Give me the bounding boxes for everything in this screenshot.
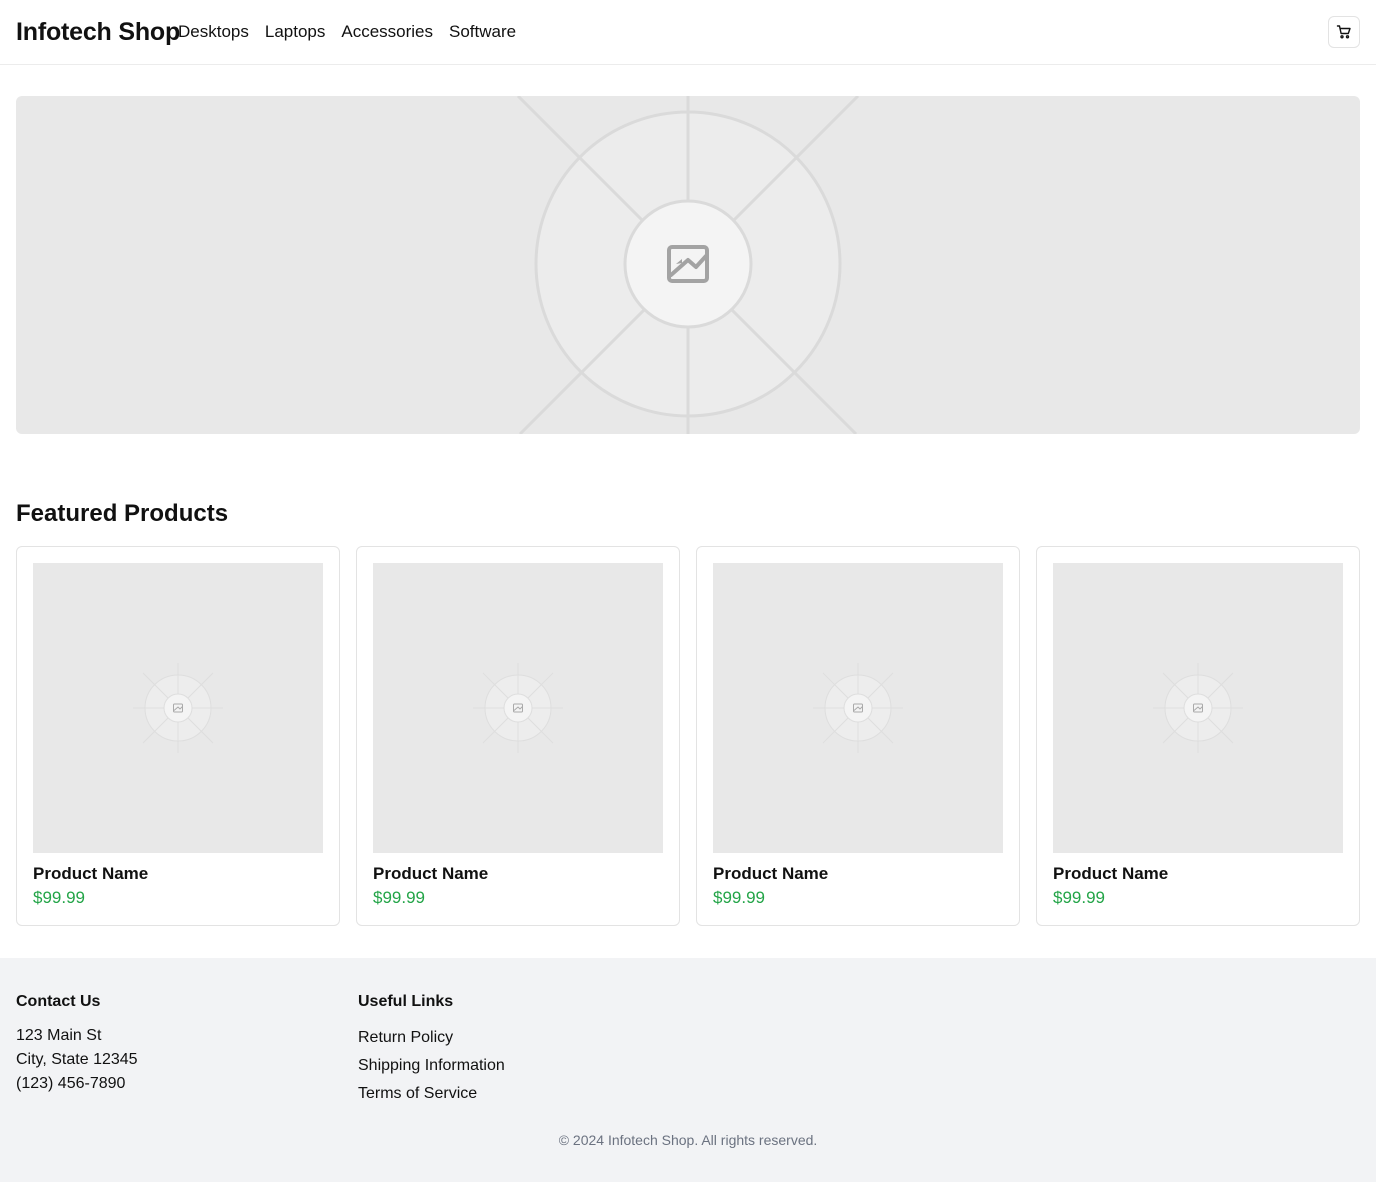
product-card[interactable]: Product Name $99.99 xyxy=(16,546,340,926)
nav-link-software[interactable]: Software xyxy=(449,21,516,43)
product-image[interactable] xyxy=(1053,563,1343,853)
nav-link-laptops[interactable]: Laptops xyxy=(265,21,326,43)
product-image[interactable] xyxy=(713,563,1003,853)
product-card[interactable]: Product Name $99.99 xyxy=(356,546,680,926)
footer-contact: Contact Us 123 Main St City, State 12345… xyxy=(16,992,138,1096)
contact-address: 123 Main St xyxy=(16,1027,102,1044)
product-name[interactable]: Product Name xyxy=(33,863,148,885)
product-price: $99.99 xyxy=(1053,888,1105,907)
brand-logo-text[interactable]: Infotech Shop xyxy=(16,16,180,48)
link-terms-of-service[interactable]: Terms of Service xyxy=(358,1080,505,1108)
product-price: $99.99 xyxy=(373,888,425,907)
product-card[interactable]: Product Name $99.99 xyxy=(696,546,1020,926)
cart-button[interactable] xyxy=(1328,16,1360,48)
image-placeholder-icon xyxy=(473,663,563,753)
image-placeholder-icon xyxy=(468,96,908,434)
footer-links-title: Useful Links xyxy=(358,993,454,1010)
image-placeholder-icon xyxy=(133,663,223,753)
contact-city: City, State 12345 xyxy=(16,1051,138,1068)
product-name[interactable]: Product Name xyxy=(373,863,488,885)
product-price: $99.99 xyxy=(713,888,765,907)
link-shipping-information[interactable]: Shipping Information xyxy=(358,1052,505,1080)
footer-useful-links: Useful Links Return Policy Shipping Info… xyxy=(358,992,505,1108)
footer-contact-title: Contact Us xyxy=(16,993,101,1010)
featured-products-title: Featured Products xyxy=(16,500,229,527)
copyright-text: © 2024 Infotech Shop. All rights reserve… xyxy=(558,1132,818,1148)
image-placeholder-icon xyxy=(813,663,903,753)
product-grid: Product Name $99.99 Product Name $99.99 xyxy=(16,546,1360,926)
product-name[interactable]: Product Name xyxy=(1053,863,1168,885)
image-placeholder-icon xyxy=(1153,663,1243,753)
main-nav: Desktops Laptops Accessories Software xyxy=(178,21,516,43)
contact-phone: (123) 456-7890 xyxy=(16,1075,126,1092)
product-name[interactable]: Product Name xyxy=(713,863,828,885)
nav-link-accessories[interactable]: Accessories xyxy=(341,21,433,43)
product-price: $99.99 xyxy=(33,888,85,907)
product-card[interactable]: Product Name $99.99 xyxy=(1036,546,1360,926)
nav-link-desktops[interactable]: Desktops xyxy=(178,21,249,43)
site-footer: Contact Us 123 Main St City, State 12345… xyxy=(0,958,1376,1182)
site-header: Infotech Shop Desktops Laptops Accessori… xyxy=(0,0,1376,65)
product-image[interactable] xyxy=(33,563,323,853)
link-return-policy[interactable]: Return Policy xyxy=(358,1024,505,1052)
shopping-cart-icon xyxy=(1336,25,1351,39)
product-image[interactable] xyxy=(373,563,663,853)
hero-banner xyxy=(16,96,1360,434)
